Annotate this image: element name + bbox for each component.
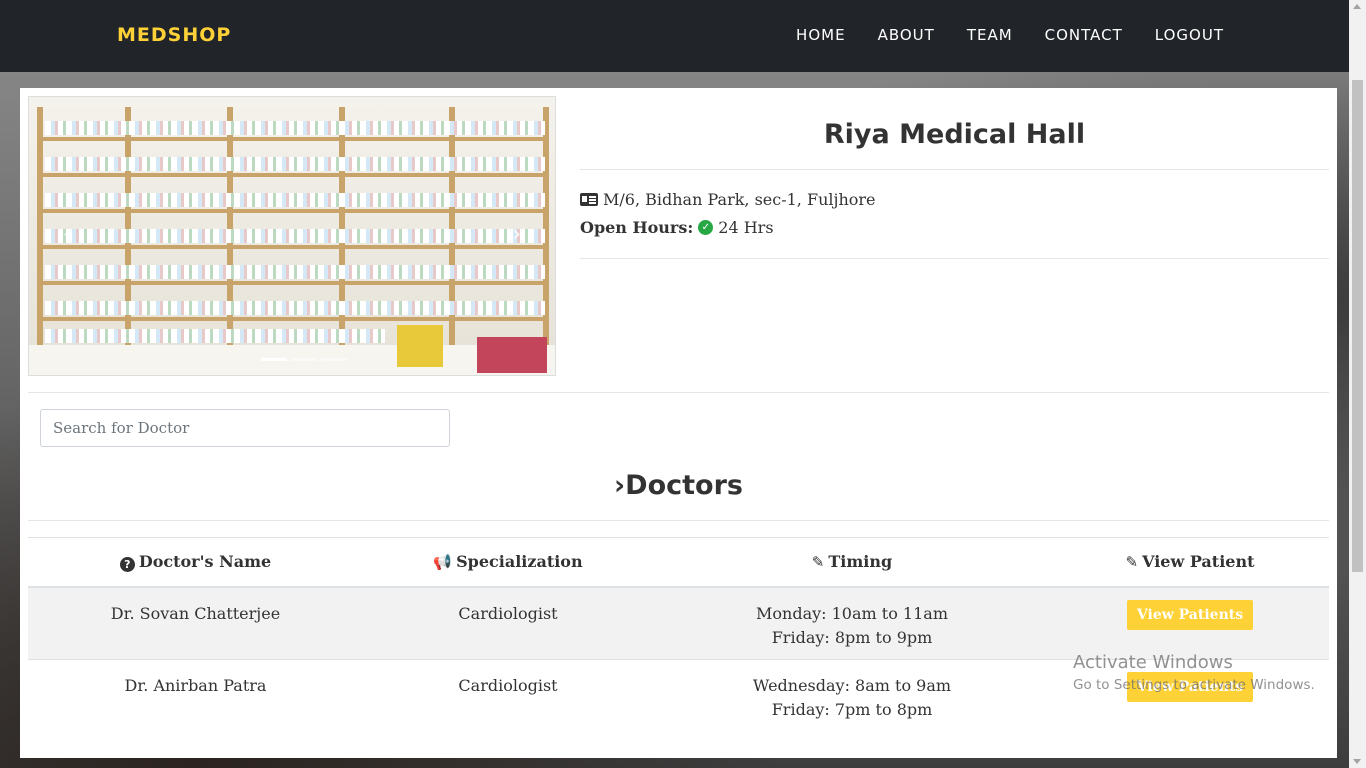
- shop-name: Riya Medical Hall: [823, 119, 1086, 150]
- nav-logout[interactable]: LOGOUT: [1155, 26, 1224, 44]
- doctor-search-input[interactable]: [40, 409, 450, 447]
- watermark-title: Activate Windows: [1073, 652, 1233, 673]
- brand-logo[interactable]: MEDSHOP: [117, 24, 231, 46]
- shop-image-carousel: ‹ ›: [28, 96, 556, 376]
- view-patients-button[interactable]: View Patients: [1126, 599, 1254, 630]
- timing-line: Wednesday: 8am to 9am: [752, 676, 952, 695]
- carousel-indicators: [261, 358, 347, 361]
- doctor-timing: Wednesday: 8am to 9am Friday: 7pm to 8pm: [653, 659, 1051, 733]
- carousel-indicator[interactable]: [291, 358, 317, 361]
- table-header-row: ? Doctor's Name 📢 Specialization ✎ Timing ✎…: [28, 537, 1329, 588]
- doctor-name: Dr. Anirban Patra: [28, 659, 363, 733]
- top-navbar: MEDSHOP HOME ABOUT TEAM CONTACT LOGOUT: [0, 0, 1349, 72]
- column-header-specialization: 📢 Specialization: [363, 537, 653, 588]
- column-header-timing: ✎ Timing: [653, 537, 1051, 588]
- carousel-indicator[interactable]: [321, 358, 347, 361]
- column-header-label: Timing: [828, 552, 893, 572]
- doctor-specialization: Cardiologist: [363, 586, 653, 660]
- doctors-heading-text: Doctors: [625, 470, 743, 501]
- table-row: Dr. Sovan Chatterjee Cardiologist Monday…: [28, 586, 1329, 660]
- open-hours-value: 24 Hrs: [718, 218, 774, 237]
- nav-home[interactable]: HOME: [796, 26, 846, 44]
- column-header-view-patient: ✎ View Patient: [1051, 537, 1329, 588]
- question-circle-icon: ?: [119, 556, 135, 572]
- nav-about[interactable]: ABOUT: [878, 26, 935, 44]
- divider: [580, 258, 1329, 259]
- timing-line: Friday: 7pm to 8pm: [771, 700, 933, 719]
- bullhorn-icon: 📢: [433, 553, 453, 572]
- watermark-subtitle: Go to Settings to activate Windows.: [1073, 677, 1315, 693]
- doctor-timing: Monday: 10am to 11am Friday: 8pm to 9pm: [653, 586, 1051, 660]
- carousel-prev-icon[interactable]: ‹: [63, 222, 72, 247]
- carousel-indicator[interactable]: [261, 358, 287, 361]
- activate-windows-watermark: Activate Windows Go to Settings to activ…: [1073, 652, 1315, 693]
- column-header-label: Doctor's Name: [138, 551, 272, 571]
- scrollbar-thumb[interactable]: [1352, 80, 1363, 572]
- chevron-right-icon: ›: [614, 470, 626, 501]
- divider: [580, 169, 1329, 170]
- edit-icon: ✎: [811, 553, 825, 572]
- divider: [28, 392, 1329, 393]
- nav-team[interactable]: TEAM: [967, 26, 1013, 44]
- column-header-name: ? Doctor's Name: [28, 537, 363, 588]
- shop-address: M/6, Bidhan Park, sec-1, Fuljhore: [580, 190, 876, 209]
- view-patient-cell: View Patients: [1051, 586, 1329, 660]
- shop-address-text: M/6, Bidhan Park, sec-1, Fuljhore: [603, 190, 876, 209]
- scroll-down-icon[interactable]: [1353, 759, 1361, 764]
- doctors-heading: ›Doctors: [20, 470, 1337, 501]
- divider: [28, 520, 1329, 521]
- shop-hours: Open Hours: ✓ 24 Hrs: [580, 218, 774, 237]
- timing-line: Monday: 10am to 11am: [756, 603, 948, 623]
- scroll-up-icon[interactable]: [1353, 4, 1361, 9]
- pharmacy-shelves-image: [29, 97, 555, 375]
- column-header-label: View Patient: [1142, 552, 1255, 572]
- page-scrollbar[interactable]: [1349, 0, 1366, 768]
- address-card-icon: [580, 193, 598, 206]
- doctor-specialization: Cardiologist: [363, 659, 653, 733]
- carousel-next-icon[interactable]: ›: [512, 222, 521, 247]
- doctors-table: ? Doctor's Name 📢 Specialization ✎ Timing ✎…: [28, 537, 1329, 733]
- doctor-name: Dr. Sovan Chatterjee: [28, 586, 363, 660]
- column-header-label: Specialization: [456, 552, 583, 572]
- timing-line: Friday: 8pm to 9pm: [771, 627, 933, 647]
- edit-icon: ✎: [1125, 553, 1139, 572]
- nav-contact[interactable]: CONTACT: [1045, 26, 1123, 44]
- check-circle-icon: ✓: [698, 220, 714, 235]
- open-hours-label: Open Hours:: [580, 218, 694, 237]
- nav-menu: HOME ABOUT TEAM CONTACT LOGOUT: [796, 26, 1224, 44]
